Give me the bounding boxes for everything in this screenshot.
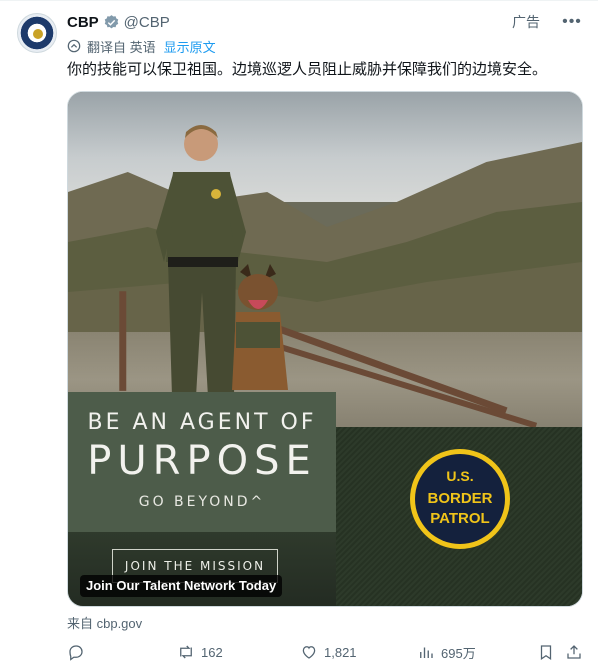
media-caption[interactable]: Join Our Talent Network Today: [80, 575, 283, 597]
retweet-icon: [180, 645, 192, 659]
tweet[interactable]: CBP @CBP 广告 ••• 翻译自 英语 显示原文 你的技能可以保卫祖国。边…: [0, 0, 598, 672]
views-icon: [420, 647, 433, 658]
border-patrol-badge-icon: U.S. BORDER PATROL: [410, 449, 510, 549]
views-count: 695万: [441, 645, 476, 661]
translate-row: 翻译自 英语 显示原文: [67, 37, 216, 55]
views-button[interactable]: 695万: [417, 641, 476, 663]
badge-line3: PATROL: [430, 510, 489, 527]
seal-icon: [33, 29, 43, 39]
author-handle[interactable]: @CBP: [124, 14, 170, 31]
headline-line1: BE AN AGENT OF: [87, 410, 317, 435]
action-bar: 162 1,821 695万: [67, 641, 583, 663]
share-icon: [567, 645, 581, 659]
badge-line2: BORDER: [427, 490, 492, 507]
like-icon: [302, 646, 316, 659]
tweet-header: CBP @CBP 广告 •••: [67, 12, 582, 32]
ad-label: 广告: [512, 14, 540, 30]
like-count: 1,821: [324, 644, 357, 660]
author-name[interactable]: CBP: [67, 14, 99, 31]
headline-line2: PURPOSE: [87, 438, 317, 484]
translate-label: 翻译自 英语: [87, 39, 156, 55]
k9-dog: [232, 264, 288, 390]
source-link[interactable]: 来自 cbp.gov: [67, 613, 142, 632]
reply-icon: [69, 645, 83, 661]
retweet-count: 162: [201, 644, 223, 660]
reply-button[interactable]: [67, 641, 91, 663]
tweet-text: 你的技能可以保卫祖国。边境巡逻人员阻止威胁并保障我们的边境安全。: [67, 61, 548, 78]
headline-line3: GO BEYOND^: [138, 494, 266, 510]
translate-icon: [67, 39, 81, 53]
verified-badge-icon: [103, 14, 120, 31]
tweet-media[interactable]: BE AN AGENT OF PURPOSE GO BEYOND^ U.S. B…: [67, 91, 583, 607]
retweet-button[interactable]: 162: [177, 641, 223, 663]
avatar[interactable]: [17, 13, 57, 53]
more-icon[interactable]: •••: [562, 12, 582, 32]
bookmark-icon: [540, 645, 552, 660]
show-original-link[interactable]: 显示原文: [164, 37, 216, 56]
like-button[interactable]: 1,821: [300, 641, 357, 663]
badge-line1: U.S.: [446, 468, 473, 484]
bookmark-button[interactable]: [537, 641, 561, 663]
share-button[interactable]: [565, 641, 589, 663]
